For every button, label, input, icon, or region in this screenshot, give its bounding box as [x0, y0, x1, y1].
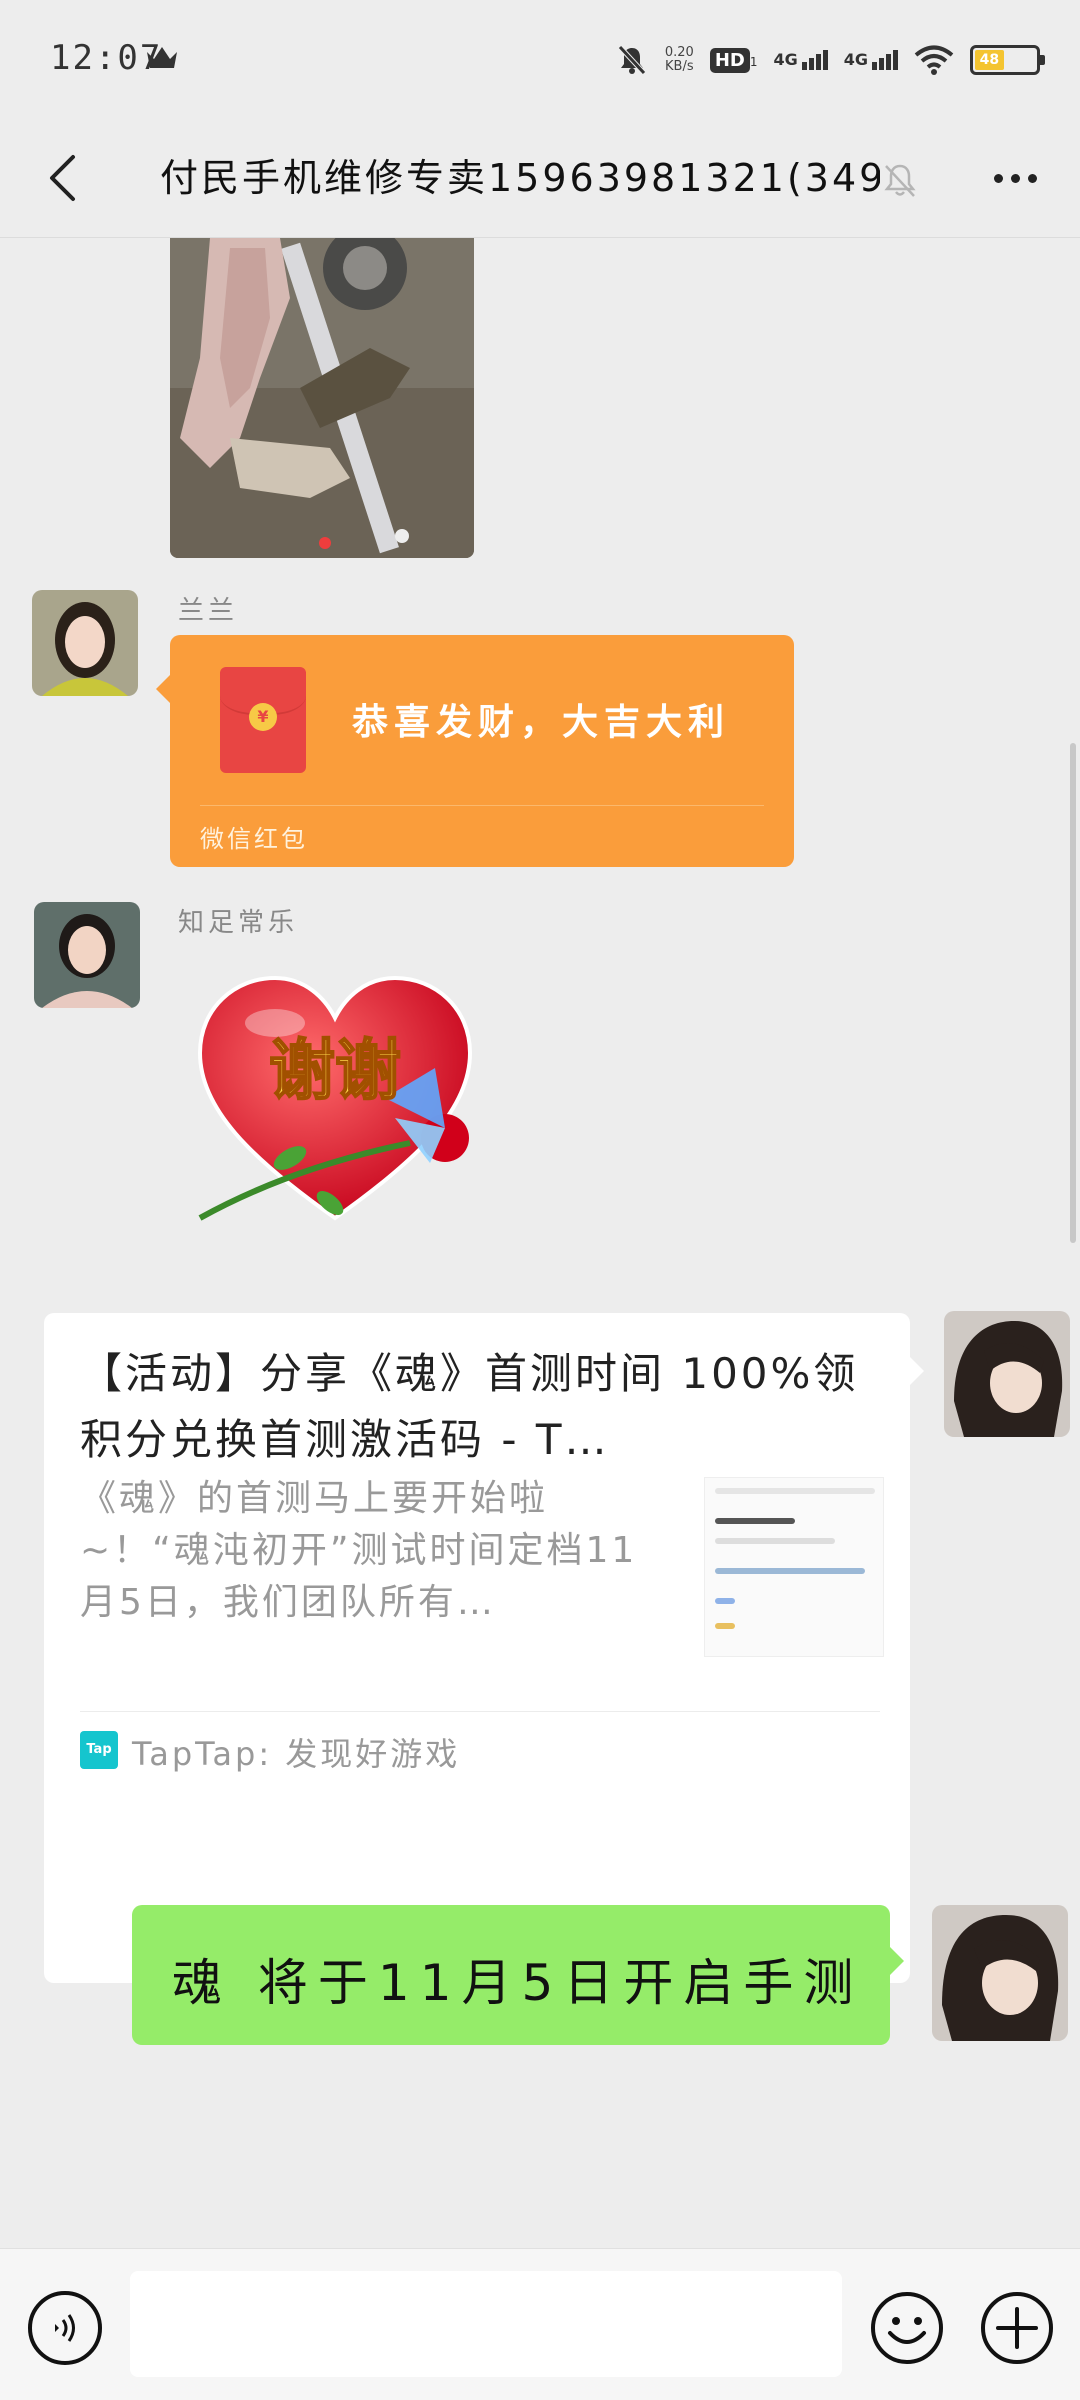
red-envelope-icon: ¥ — [220, 667, 306, 773]
input-bar — [0, 2248, 1080, 2400]
network-speed: 0.20 KB/s — [664, 45, 694, 74]
wifi-icon — [914, 45, 954, 75]
more-dots-icon — [993, 173, 1003, 183]
text-message[interactable]: 魂 将于11月5日开启手测 — [132, 1905, 904, 2045]
sender-name: 知足常乐 — [178, 908, 299, 938]
avatar-zhizuchangle[interactable] — [34, 902, 140, 1008]
message-input[interactable] — [130, 2271, 842, 2377]
battery-icon: 48 — [970, 45, 1045, 75]
status-bar: 12:07 0.20 KB/s HD 1 4G 4G 48 — [0, 0, 1080, 120]
bell-muted-icon — [884, 164, 916, 197]
chat-header: 付民手机维修专卖15963981321(349) — [0, 120, 1080, 238]
hd-icon: HD 1 — [709, 47, 757, 73]
thanks-sticker[interactable]: 谢谢 — [190, 968, 480, 1248]
avatar-image — [32, 590, 138, 696]
avatar-self-2[interactable] — [932, 1905, 1068, 2041]
photo-image — [170, 238, 474, 558]
link-card-source: TapTap: 发现好游戏 — [132, 1735, 461, 1773]
bell-muted-status-icon — [618, 45, 646, 75]
back-button[interactable] — [32, 148, 92, 208]
red-packet-message[interactable]: ¥ 恭喜发财，大吉大利 微信红包 — [156, 635, 794, 867]
avatar-image — [34, 902, 140, 1008]
avatar-image — [944, 1311, 1070, 1437]
red-packet-label: 微信红包 — [200, 825, 308, 853]
status-icons: 0.20 KB/s HD 1 4G 4G 48 — [615, 40, 1045, 80]
signal-4g-icon-2: 4G — [844, 50, 898, 70]
plus-icon[interactable] — [978, 2289, 1056, 2367]
chevron-left-icon — [50, 155, 75, 201]
link-card-description: 《魂》的首测马上要开始啦~！“魂沌初开”测试时间定档11月5日，我们团队所有… — [80, 1478, 638, 1623]
divider — [200, 805, 764, 806]
scrollbar[interactable] — [1070, 743, 1076, 1243]
emoji-icon[interactable] — [868, 2289, 946, 2367]
message-list[interactable]: 兰兰 ¥ 恭喜发财，大吉大利 微信红包 知足常乐 谢谢 【活动】分享《魂》首测时… — [0, 238, 1080, 2248]
link-card-message[interactable]: 【活动】分享《魂》首测时间 100%领积分兑换首测激活码 - T… 《魂》的首测… — [44, 1313, 924, 1983]
sender-name: 兰兰 — [178, 596, 239, 626]
avatar-image — [932, 1905, 1068, 2041]
red-packet-greeting: 恭喜发财，大吉大利 — [352, 702, 731, 743]
divider — [80, 1711, 880, 1712]
taptap-icon: Tap — [80, 1731, 118, 1769]
avatar-self[interactable] — [944, 1311, 1070, 1437]
more-button[interactable] — [980, 148, 1050, 208]
text-message-content: 魂 将于11月5日开启手测 — [172, 1954, 864, 2012]
avatar-lanlan[interactable] — [32, 590, 138, 696]
crown-icon — [147, 47, 177, 68]
chat-title[interactable]: 付民手机维修专卖15963981321(349) — [160, 148, 880, 208]
sticker-text: 谢谢 — [269, 1032, 401, 1109]
image-message[interactable] — [170, 238, 474, 558]
voice-icon — [55, 2314, 75, 2342]
link-card-thumbnail — [704, 1477, 884, 1657]
link-card-title: 【活动】分享《魂》首测时间 100%领积分兑换首测激活码 - T… — [80, 1349, 859, 1464]
signal-4g-icon: 4G — [773, 50, 828, 70]
heart-sticker-image: 谢谢 — [197, 975, 473, 1221]
voice-button[interactable] — [28, 2291, 102, 2365]
